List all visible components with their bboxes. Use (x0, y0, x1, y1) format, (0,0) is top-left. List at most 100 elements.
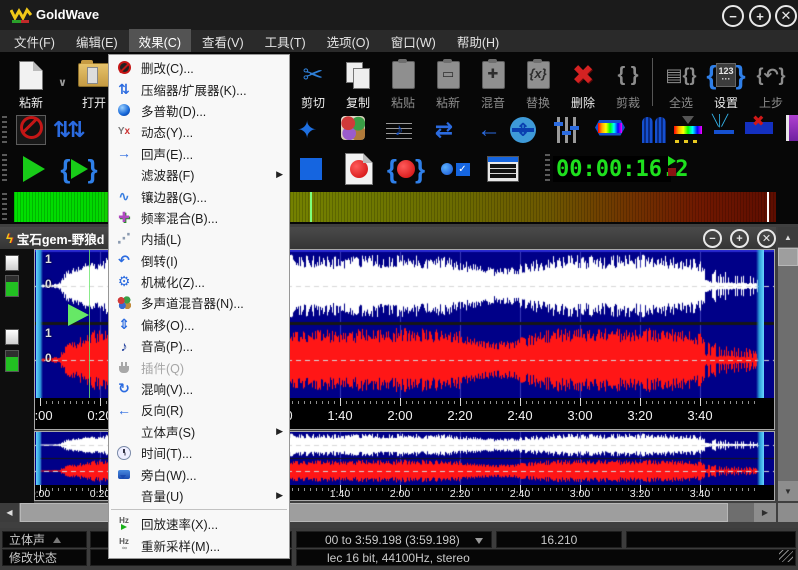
scroll-down-icon[interactable]: ▼ (778, 481, 798, 501)
vscroll-thumb[interactable] (778, 248, 798, 266)
replace-clipboard-button[interactable]: {x}替换 (515, 54, 561, 110)
cut-scissors-button[interactable]: ✂剪切 (290, 54, 336, 110)
rainbow-hexagon-button[interactable] (595, 115, 625, 145)
select-all-button[interactable]: ▤{}全选 (658, 54, 704, 110)
menu-item-删改[interactable]: 删改(C)... (109, 57, 289, 78)
menu-item-频率混合[interactable]: ✚频率混合(B)... (109, 207, 289, 228)
dropdown-chevron-button[interactable]: ∨ (55, 54, 70, 110)
scroll-up-icon[interactable]: ▲ (778, 227, 798, 247)
menu-item-立体声[interactable]: 立体声(S)▶ (109, 421, 289, 442)
menu-item-多普勒[interactable]: 多普勒(D)... (109, 100, 289, 121)
menubar-item-v[interactable]: 查看(V) (192, 29, 254, 54)
clipped-edge-button[interactable] (779, 115, 798, 145)
menu-item-回放速率[interactable]: Hz回放速率(X)... (109, 513, 289, 534)
pitch-staff-button[interactable]: ♪ (384, 115, 414, 145)
monitor-button[interactable]: ✓ (432, 151, 478, 187)
playhead-line[interactable] (89, 250, 90, 398)
trim-braces-button[interactable]: { }剪裁 (605, 54, 651, 110)
menu-item-音高[interactable]: ♪音高(P)... (109, 335, 289, 356)
menu-item-压缩器/扩展器[interactable]: ⇅压缩器/扩展器(K)... (109, 78, 289, 99)
left-channel-volume-fader[interactable] (5, 275, 19, 297)
right-channel-balance-fader[interactable] (5, 329, 19, 345)
maximize-button[interactable]: + (749, 5, 771, 27)
sound-minimize-button[interactable]: − (703, 229, 722, 248)
menu-item-机械化[interactable]: ⚙机械化(Z)... (109, 271, 289, 292)
menubar-item-c[interactable]: 效果(C) (129, 29, 191, 54)
menubar-item-w[interactable]: 窗口(W) (381, 29, 446, 54)
sound-close-button[interactable]: ✕ (757, 229, 776, 248)
selection-start-marker[interactable] (36, 250, 43, 398)
status-format-text: lec 16 bit, 44100Hz, stereo (327, 551, 470, 565)
menubar-item-t[interactable]: 工具(T) (255, 29, 316, 54)
overview-selection-end-marker[interactable] (757, 432, 764, 485)
color-mixer-button[interactable] (338, 115, 368, 145)
status-mode-cell[interactable]: 立体声 (2, 531, 87, 548)
menubar-item-e[interactable]: 编辑(E) (66, 29, 128, 54)
reverse-arrow-button[interactable]: ← (474, 115, 504, 145)
toolbar-button-label: 粘新 (436, 96, 460, 110)
scroll-right-icon[interactable]: ▶ (754, 503, 776, 522)
menu-item-镶边器[interactable]: ∿镶边器(G)... (109, 185, 289, 206)
no-entry-button[interactable] (16, 115, 46, 145)
silence-cross-button[interactable]: ✖ (744, 115, 774, 145)
menu-item-时间[interactable]: 时间(T)... (109, 442, 289, 463)
rainbow-pitch-button[interactable] (673, 115, 703, 145)
close-button[interactable]: ✕ (775, 5, 797, 27)
copy-pages-button[interactable]: 复制 (335, 54, 381, 110)
record-selection-button[interactable]: {} (383, 151, 429, 187)
set-selection-button[interactable]: {123···}设置 (703, 54, 749, 110)
play-selection-button[interactable]: {} (57, 151, 101, 187)
noise-gate-button[interactable] (639, 115, 669, 145)
narration-spark-button[interactable] (709, 115, 739, 145)
vscroll-track[interactable] (778, 227, 798, 501)
selection-dropdown-icon[interactable] (475, 538, 483, 544)
overview-selection-start-marker[interactable] (36, 432, 42, 485)
menu-item-偏移[interactable]: ⇕偏移(O)... (109, 314, 289, 335)
menubar-item-f[interactable]: 文件(F) (4, 29, 65, 54)
menu-item-旁白[interactable]: 旁白(W)... (109, 463, 289, 484)
toolbar-grip[interactable] (2, 116, 7, 144)
mix-clipboard-button[interactable]: ✚混音 (470, 54, 516, 110)
offset-sphere-button[interactable]: ⇕ (508, 115, 538, 145)
record-new-button[interactable] (339, 151, 379, 187)
eq-sliders-button[interactable] (551, 115, 581, 145)
ruler-tick (460, 398, 461, 406)
menu-item-内插[interactable]: ⋰内插(L) (109, 228, 289, 249)
paste-clipboard-button[interactable]: 粘贴 (380, 54, 426, 110)
star-burst-button[interactable]: ✦ (292, 115, 322, 145)
meter-grip[interactable] (2, 193, 7, 221)
status-position-cell[interactable]: 16.210 (496, 531, 622, 548)
paste-new-clipboard-button[interactable]: ▭粘新 (425, 54, 471, 110)
menu-item-反向[interactable]: ←反向(R) (109, 399, 289, 420)
menu-item-多声道混音器[interactable]: 多声道混音器(N)... (109, 292, 289, 313)
menubar-item-o[interactable]: 选项(O) (317, 29, 380, 54)
minimize-button[interactable]: − (722, 5, 744, 27)
menu-item-倒转[interactable]: ↶倒转(I) (109, 250, 289, 271)
scroll-left-icon[interactable]: ◀ (0, 503, 19, 522)
resize-grip[interactable] (779, 549, 793, 562)
status-selection-cell[interactable]: 00 to 3:59.198 (3:59.198) (296, 531, 492, 548)
toolbar-grip[interactable] (545, 154, 550, 184)
control-properties-button[interactable] (482, 151, 524, 187)
play-button[interactable] (14, 151, 54, 187)
meter-max-tick (767, 192, 769, 222)
paste-new-page-button[interactable]: 粘新 (8, 54, 54, 110)
delete-cross-button[interactable]: ✖删除 (560, 54, 606, 110)
menubar-item-h[interactable]: 帮助(H) (447, 29, 509, 54)
menu-item-混响[interactable]: ↻混响(V)... (109, 378, 289, 399)
toolbar-grip[interactable] (2, 154, 7, 184)
right-channel-volume-fader[interactable] (5, 350, 19, 372)
menu-item-音量[interactable]: 音量(U)▶ (109, 485, 289, 506)
swap-arrows-button[interactable]: ⇄ (429, 115, 459, 145)
sound-maximize-button[interactable]: + (730, 229, 749, 248)
playhead-marker-icon[interactable] (68, 304, 89, 326)
expander-arrows-button[interactable]: ⇅⇅ (52, 115, 82, 145)
menu-item-重新采样[interactable]: Hz∞重新采样(M)... (109, 535, 289, 556)
menu-item-动态[interactable]: Yx动态(Y)... (109, 121, 289, 142)
left-channel-balance-fader[interactable] (5, 255, 19, 271)
stop-button[interactable] (293, 151, 329, 187)
menu-item-回声[interactable]: →回声(E)... (109, 143, 289, 164)
selection-end-marker[interactable] (756, 250, 764, 398)
undo-step-button[interactable]: {↶}上步 (748, 54, 794, 110)
menu-item-滤波器[interactable]: 滤波器(F)▶ (109, 164, 289, 185)
